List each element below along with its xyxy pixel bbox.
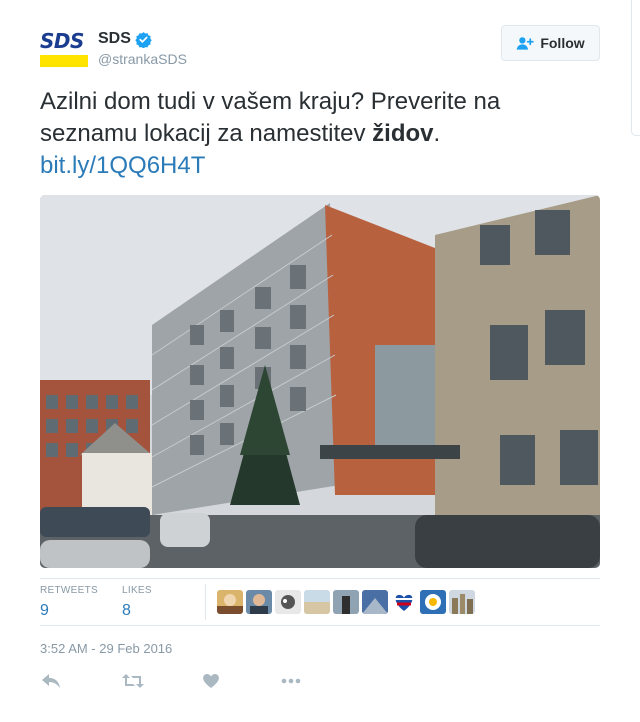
liker-avatars [217, 590, 475, 614]
retweet-icon [122, 674, 144, 688]
scrollbar-edge [631, 0, 640, 136]
verified-badge-icon [135, 31, 152, 48]
tweet-text: Azilni dom tudi v vašem kraju? Preverite… [40, 86, 600, 182]
liker-avatar[interactable] [362, 590, 388, 614]
display-name[interactable]: SDS [98, 30, 152, 48]
liker-avatar[interactable] [217, 590, 243, 614]
more-dots-icon [281, 678, 301, 684]
tweet-link[interactable]: bit.ly/1QQ6H4T [40, 152, 205, 179]
building-photo [40, 195, 600, 568]
likes-label: LIKES [122, 585, 152, 596]
liker-avatar[interactable] [304, 590, 330, 614]
avatar[interactable]: SDS [40, 30, 88, 68]
account-names[interactable]: SDS @strankaSDS [98, 30, 187, 67]
retweet-button[interactable] [121, 670, 145, 692]
display-name-text: SDS [98, 30, 131, 47]
tweet-text-end: . [433, 120, 441, 147]
liker-avatar[interactable] [391, 590, 417, 614]
liker-avatar[interactable] [449, 590, 475, 614]
likes-stat[interactable]: LIKES 8 [122, 585, 152, 620]
tweet-photo[interactable] [40, 195, 600, 568]
likes-count: 8 [122, 602, 131, 619]
retweets-stat[interactable]: RETWEETS 9 [40, 585, 98, 620]
follow-person-plus-icon [517, 37, 535, 50]
more-options-button[interactable] [280, 670, 302, 692]
logo-text: SDS [40, 29, 84, 53]
tweet-text-bold: židov [372, 120, 434, 147]
liker-avatar[interactable] [420, 590, 446, 614]
like-button[interactable] [200, 670, 222, 692]
liker-avatar[interactable] [333, 590, 359, 614]
liker-avatar[interactable] [275, 590, 301, 614]
stats-divider [205, 584, 206, 620]
like-heart-icon [203, 674, 219, 688]
tweet-header: SDS SDS @strankaSDS Follow [40, 25, 600, 72]
engagement-stats: RETWEETS 9 LIKES 8 [40, 578, 600, 626]
reply-button[interactable] [40, 670, 62, 692]
logo-yellow-bar [40, 55, 88, 67]
retweets-label: RETWEETS [40, 585, 98, 596]
follow-button[interactable]: Follow [501, 25, 600, 61]
tweet-timestamp[interactable]: 3:52 AM - 29 Feb 2016 [40, 641, 172, 656]
follow-button-label: Follow [540, 35, 585, 51]
retweets-count: 9 [40, 602, 49, 619]
reply-icon [42, 674, 60, 688]
screen-name[interactable]: @strankaSDS [98, 51, 187, 67]
liker-avatar[interactable] [246, 590, 272, 614]
